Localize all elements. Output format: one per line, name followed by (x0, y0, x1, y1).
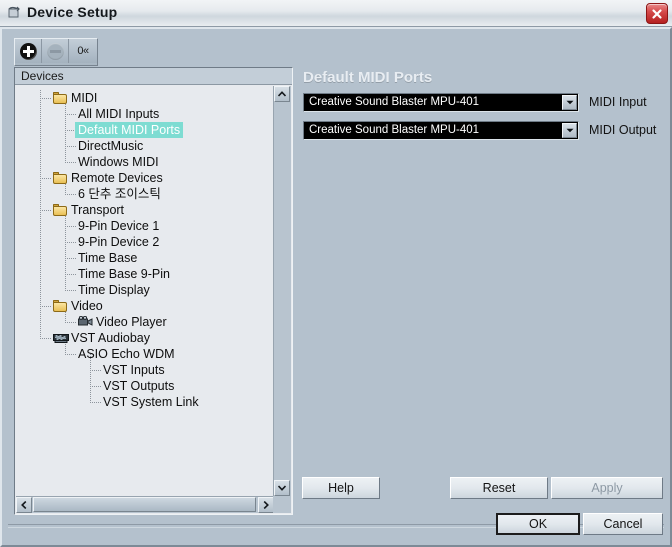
presets-button[interactable]: 0« (69, 39, 97, 63)
tree-vertical-scrollbar[interactable] (273, 86, 291, 496)
tree-item-time-base[interactable]: Time Base (15, 250, 274, 266)
midi-input-select[interactable]: Creative Sound Blaster MPU-401 (303, 93, 579, 112)
window-restore-icon (6, 5, 22, 21)
tree-item-label: Video Player (96, 315, 167, 329)
folder-icon (53, 172, 67, 184)
scroll-right-button[interactable] (258, 497, 274, 513)
chevron-down-icon (566, 128, 573, 133)
devices-tree-panel: Devices MIDI All MIDI Inputs Default MIDI … (14, 67, 293, 515)
cancel-button[interactable]: Cancel (583, 513, 663, 535)
ok-button[interactable]: OK (496, 513, 580, 535)
tree-item-9-pin-device-1[interactable]: 9-Pin Device 1 (15, 218, 274, 234)
midi-output-select[interactable]: Creative Sound Blaster MPU-401 (303, 121, 579, 140)
midi-output-value: Creative Sound Blaster MPU-401 (309, 124, 480, 136)
tree-item-label: Time Base 9-Pin (78, 267, 170, 281)
tree-item-label: VST System Link (103, 395, 199, 409)
tree-item-label: 9-Pin Device 1 (78, 219, 160, 233)
tree-item-label: VST Audiobay (71, 331, 150, 345)
tree-item-label: Video (71, 299, 103, 313)
close-button[interactable] (646, 3, 668, 24)
add-device-button[interactable] (15, 39, 42, 63)
tree-item-label: 9-Pin Device 2 (78, 235, 160, 249)
chevron-down-icon (566, 100, 573, 105)
device-toolbar: 0« (14, 38, 98, 66)
tree-item-label: All MIDI Inputs (78, 107, 160, 121)
scroll-up-button[interactable] (274, 86, 290, 102)
tree-item-label: Time Base (78, 251, 138, 265)
midi-output-dropdown-button[interactable] (562, 123, 577, 138)
help-button[interactable]: Help (302, 477, 380, 499)
tree-item-default-midi-ports[interactable]: Default MIDI Ports (15, 122, 274, 138)
tree-item-label: ASIO Echo WDM (78, 347, 175, 361)
video-camera-icon (78, 315, 93, 330)
apply-button: Apply (551, 477, 663, 499)
devices-tree-scrollarea[interactable]: MIDI All MIDI Inputs Default MIDI Ports Dir… (15, 86, 274, 496)
devices-column-header: Devices (15, 68, 292, 85)
tree-item-video[interactable]: Video (15, 298, 274, 314)
close-icon (652, 9, 662, 19)
tree-item-vst-inputs[interactable]: VST Inputs (15, 362, 274, 378)
tree-item-vst-system-link[interactable]: VST System Link (15, 394, 274, 410)
tree-item-label: Default MIDI Ports (75, 122, 184, 138)
presets-label: 0« (77, 45, 89, 57)
tree-item-label: Transport (71, 203, 125, 217)
title-bar: Device Setup (0, 0, 672, 27)
folder-icon (53, 300, 67, 312)
remove-device-button[interactable] (42, 39, 69, 63)
scroll-down-button[interactable] (274, 480, 290, 496)
tree-item-label: MIDI (71, 91, 98, 105)
tree-item-label: Windows MIDI (78, 155, 159, 169)
device-setup-dialog: Device Setup 0« Devices MIDI All MIDI Inp (0, 0, 672, 547)
folder-icon (53, 204, 67, 216)
audio-device-icon (53, 332, 69, 346)
tree-item-time-display[interactable]: Time Display (15, 282, 274, 298)
scroll-left-button[interactable] (16, 497, 32, 513)
chevron-down-icon (278, 485, 286, 491)
tree-item-label: 6 단추 조이스틱 (78, 187, 161, 201)
chevron-right-icon (263, 501, 269, 509)
minus-icon (46, 42, 64, 60)
panel-title: Default MIDI Ports (303, 69, 433, 86)
dialog-body: 0« Devices MIDI All MIDI Inputs Default MI… (0, 27, 672, 547)
tree-item-label: VST Outputs (103, 379, 175, 393)
midi-input-value: Creative Sound Blaster MPU-401 (309, 96, 480, 108)
tree-item-label: DirectMusic (78, 139, 144, 153)
tree-item-vst-outputs[interactable]: VST Outputs (15, 378, 274, 394)
midi-input-row: Creative Sound Blaster MPU-401 MIDI Inpu… (303, 93, 647, 112)
tree-item-directmusic[interactable]: DirectMusic (15, 138, 274, 154)
scrollbar-corner (273, 496, 291, 513)
devices-tree: MIDI All MIDI Inputs Default MIDI Ports Dir… (15, 86, 274, 420)
window-title: Device Setup (27, 4, 118, 20)
tree-item-windows-midi[interactable]: Windows MIDI (15, 154, 274, 170)
tree-item-all-midi-inputs[interactable]: All MIDI Inputs (15, 106, 274, 122)
tree-item-remote-devices[interactable]: Remote Devices (15, 170, 274, 186)
chevron-left-icon (21, 501, 27, 509)
horizontal-scroll-thumb[interactable] (33, 497, 256, 512)
tree-item-midi[interactable]: MIDI (15, 90, 274, 106)
tree-item-vst-audiobay[interactable]: VST Audiobay (15, 330, 274, 346)
tree-item-label: Time Display (78, 283, 150, 297)
tree-item-asio-echo-wdm[interactable]: ASIO Echo WDM (15, 346, 274, 362)
tree-item-9-pin-device-2[interactable]: 9-Pin Device 2 (15, 234, 274, 250)
reset-button[interactable]: Reset (450, 477, 548, 499)
tree-item-6[interactable]: 6 단추 조이스틱 (15, 186, 274, 202)
tree-item-label: Remote Devices (71, 171, 163, 185)
midi-output-label: MIDI Output (589, 123, 657, 137)
chevron-up-icon (278, 91, 286, 97)
folder-icon (53, 92, 67, 104)
midi-output-row: Creative Sound Blaster MPU-401 MIDI Outp… (303, 121, 656, 140)
tree-item-video-player[interactable]: Video Player (15, 314, 274, 330)
tree-item-label: VST Inputs (103, 363, 165, 377)
plus-icon (19, 42, 37, 60)
tree-horizontal-scrollbar[interactable] (16, 496, 274, 513)
midi-input-label: MIDI Input (589, 95, 647, 109)
midi-input-dropdown-button[interactable] (562, 95, 577, 110)
tree-item-transport[interactable]: Transport (15, 202, 274, 218)
tree-item-time-base-9-pin[interactable]: Time Base 9-Pin (15, 266, 274, 282)
